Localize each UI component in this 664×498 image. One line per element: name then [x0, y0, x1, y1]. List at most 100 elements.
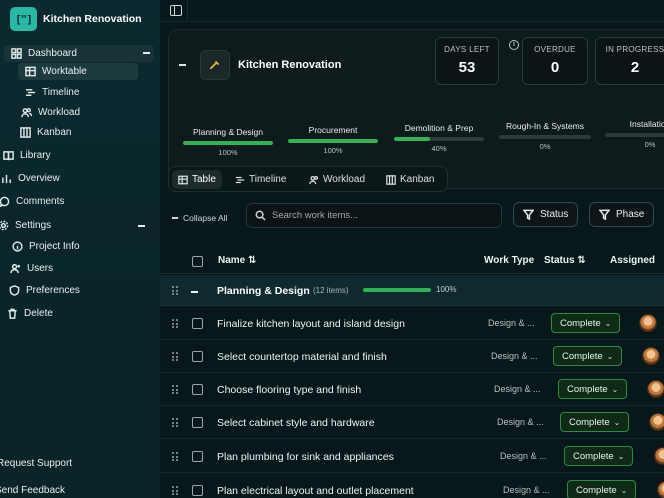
tab-kanban[interactable]: Kanban — [380, 170, 440, 189]
drag-handle-icon[interactable] — [172, 486, 178, 495]
work-type: Design & ... — [494, 384, 541, 394]
sidebar-item-preferences[interactable]: Preferences — [8, 284, 80, 296]
sidebar-item-users[interactable]: Users — [9, 262, 53, 274]
table-icon — [178, 175, 188, 184]
avatar[interactable] — [649, 413, 664, 431]
app-logo: ["] — [10, 7, 37, 31]
collapse-project-icon[interactable] — [179, 64, 186, 66]
table-row[interactable]: Finalize kitchen layout and island desig… — [160, 307, 664, 340]
users-icon — [20, 106, 32, 118]
column-label: Work Type — [484, 255, 535, 266]
table-row[interactable]: Choose flooring type and finish Design & … — [160, 373, 664, 406]
sidebar-item-delete[interactable]: Delete — [6, 307, 53, 319]
group-count: (12 items) — [313, 286, 349, 295]
status-dropdown[interactable]: Complete ⌄ — [551, 313, 621, 333]
phase-demolition-prep[interactable]: Demolition & Prep 40% — [394, 123, 484, 153]
tab-label: Kanban — [400, 174, 435, 185]
sidebar-item-library[interactable]: Library — [2, 149, 51, 161]
collapse-group-icon[interactable] — [191, 291, 198, 293]
collapse-dashboard-icon[interactable] — [143, 52, 150, 54]
table-row[interactable]: Select countertop material and finish Des… — [160, 340, 664, 373]
avatar[interactable] — [654, 447, 664, 465]
status-dropdown[interactable]: Complete ⌄ — [560, 412, 630, 432]
filter-icon — [599, 209, 610, 220]
row-checkbox[interactable] — [192, 318, 203, 329]
sidebar-item-settings[interactable]: Settings — [0, 219, 51, 231]
collapse-all-button[interactable]: Collapse All — [172, 213, 227, 223]
task-name[interactable]: Choose flooring type and finish — [217, 384, 361, 396]
task-name[interactable]: Finalize kitchen layout and island desig… — [217, 318, 405, 330]
phase-rough-in-systems[interactable]: Rough-In & Systems 0% — [499, 121, 591, 151]
project-icon — [200, 50, 230, 80]
group-row-planning-design[interactable]: Planning & Design (12 items) 100% — [160, 275, 664, 306]
row-checkbox[interactable] — [192, 451, 203, 462]
drag-handle-icon[interactable] — [172, 319, 178, 328]
view-tabs: Table Timeline Workload Kanban — [168, 166, 448, 192]
table-row[interactable]: Select cabinet style and hardware Design … — [160, 406, 664, 439]
phase-installation[interactable]: Installation 0% — [605, 119, 664, 149]
task-name[interactable]: Select countertop material and finish — [217, 351, 387, 363]
task-name[interactable]: Plan plumbing for sink and appliances — [217, 451, 394, 463]
status-label: Complete — [573, 450, 614, 462]
status-dropdown[interactable]: Complete ⌄ — [567, 480, 637, 498]
sidebar-item-project-info[interactable]: Project Info — [11, 240, 80, 252]
row-checkbox[interactable] — [192, 384, 203, 395]
task-name[interactable]: Plan electrical layout and outlet placem… — [217, 485, 414, 497]
collapse-settings-icon[interactable] — [138, 225, 145, 227]
sidebar-item-label: Delete — [24, 307, 53, 319]
table-row[interactable]: Plan electrical layout and outlet placem… — [160, 474, 664, 498]
column-assigned[interactable]: Assigned — [610, 255, 655, 266]
sidebar-item-overview[interactable]: Overview — [0, 172, 60, 184]
chevron-down-icon: ⌄ — [620, 485, 628, 495]
avatar[interactable] — [642, 347, 660, 365]
column-work-type[interactable]: Work Type — [484, 255, 534, 266]
column-name[interactable]: Name ⇅ — [218, 255, 256, 266]
info-icon[interactable]: i — [509, 40, 519, 50]
avatar[interactable] — [639, 314, 657, 332]
search-input[interactable] — [272, 210, 492, 221]
sidebar-item-timeline[interactable]: Timeline — [24, 86, 79, 98]
status-dropdown[interactable]: Complete ⌄ — [564, 446, 634, 466]
drag-handle-icon[interactable] — [172, 352, 178, 361]
phase-percent: 0% — [644, 140, 656, 149]
sidebar-item-kanban[interactable]: Kanban — [19, 126, 71, 138]
row-checkbox[interactable] — [192, 485, 203, 496]
avatar[interactable] — [657, 481, 664, 498]
phase-planning-design[interactable]: Planning & Design 100% — [183, 127, 273, 157]
filter-label: Phase — [616, 209, 645, 220]
column-status[interactable]: Status ⇅ — [544, 255, 586, 266]
status-dropdown[interactable]: Complete ⌄ — [553, 346, 623, 366]
sidebar-item-comments[interactable]: Comments — [0, 195, 64, 207]
sidebar-item-dashboard[interactable]: Dashboard — [4, 45, 154, 62]
row-checkbox[interactable] — [192, 351, 203, 362]
request-support-link[interactable]: Request Support — [0, 458, 72, 469]
send-feedback-link[interactable]: Send Feedback — [0, 485, 65, 496]
phase-filter-button[interactable]: Phase — [589, 202, 655, 227]
drag-handle-icon[interactable] — [172, 452, 178, 461]
sidebar-item-label: Request Support — [0, 458, 73, 469]
stat-label: IN PROGRESS — [605, 45, 664, 54]
phase-name: Installation — [629, 119, 664, 129]
toggle-sidebar-icon[interactable] — [170, 5, 182, 16]
phase-procurement[interactable]: Procurement 100% — [288, 125, 378, 155]
sidebar-item-worktable[interactable]: Worktable — [18, 63, 138, 80]
row-checkbox[interactable] — [192, 417, 203, 428]
drag-handle-icon[interactable] — [172, 385, 178, 394]
drag-handle-icon[interactable] — [172, 286, 178, 295]
status-filter-button[interactable]: Status — [513, 202, 579, 227]
sidebar-item-label: Overview — [18, 172, 60, 184]
sidebar-item-label: Dashboard — [28, 48, 77, 59]
tab-table[interactable]: Table — [172, 170, 222, 189]
table-row[interactable]: Plan plumbing for sink and appliances Des… — [160, 440, 664, 473]
select-all-checkbox[interactable] — [192, 256, 203, 267]
tab-timeline[interactable]: Timeline — [229, 170, 292, 189]
tab-workload[interactable]: Workload — [303, 170, 371, 189]
drag-handle-icon[interactable] — [172, 418, 178, 427]
info-icon — [11, 240, 23, 252]
work-type: Design & ... — [503, 485, 550, 495]
task-name[interactable]: Select cabinet style and hardware — [217, 417, 375, 429]
brand[interactable]: ["] Kitchen Renovation — [10, 7, 142, 31]
status-dropdown[interactable]: Complete ⌄ — [558, 379, 628, 399]
sidebar-item-workload[interactable]: Workload — [20, 106, 80, 118]
avatar[interactable] — [647, 380, 664, 398]
